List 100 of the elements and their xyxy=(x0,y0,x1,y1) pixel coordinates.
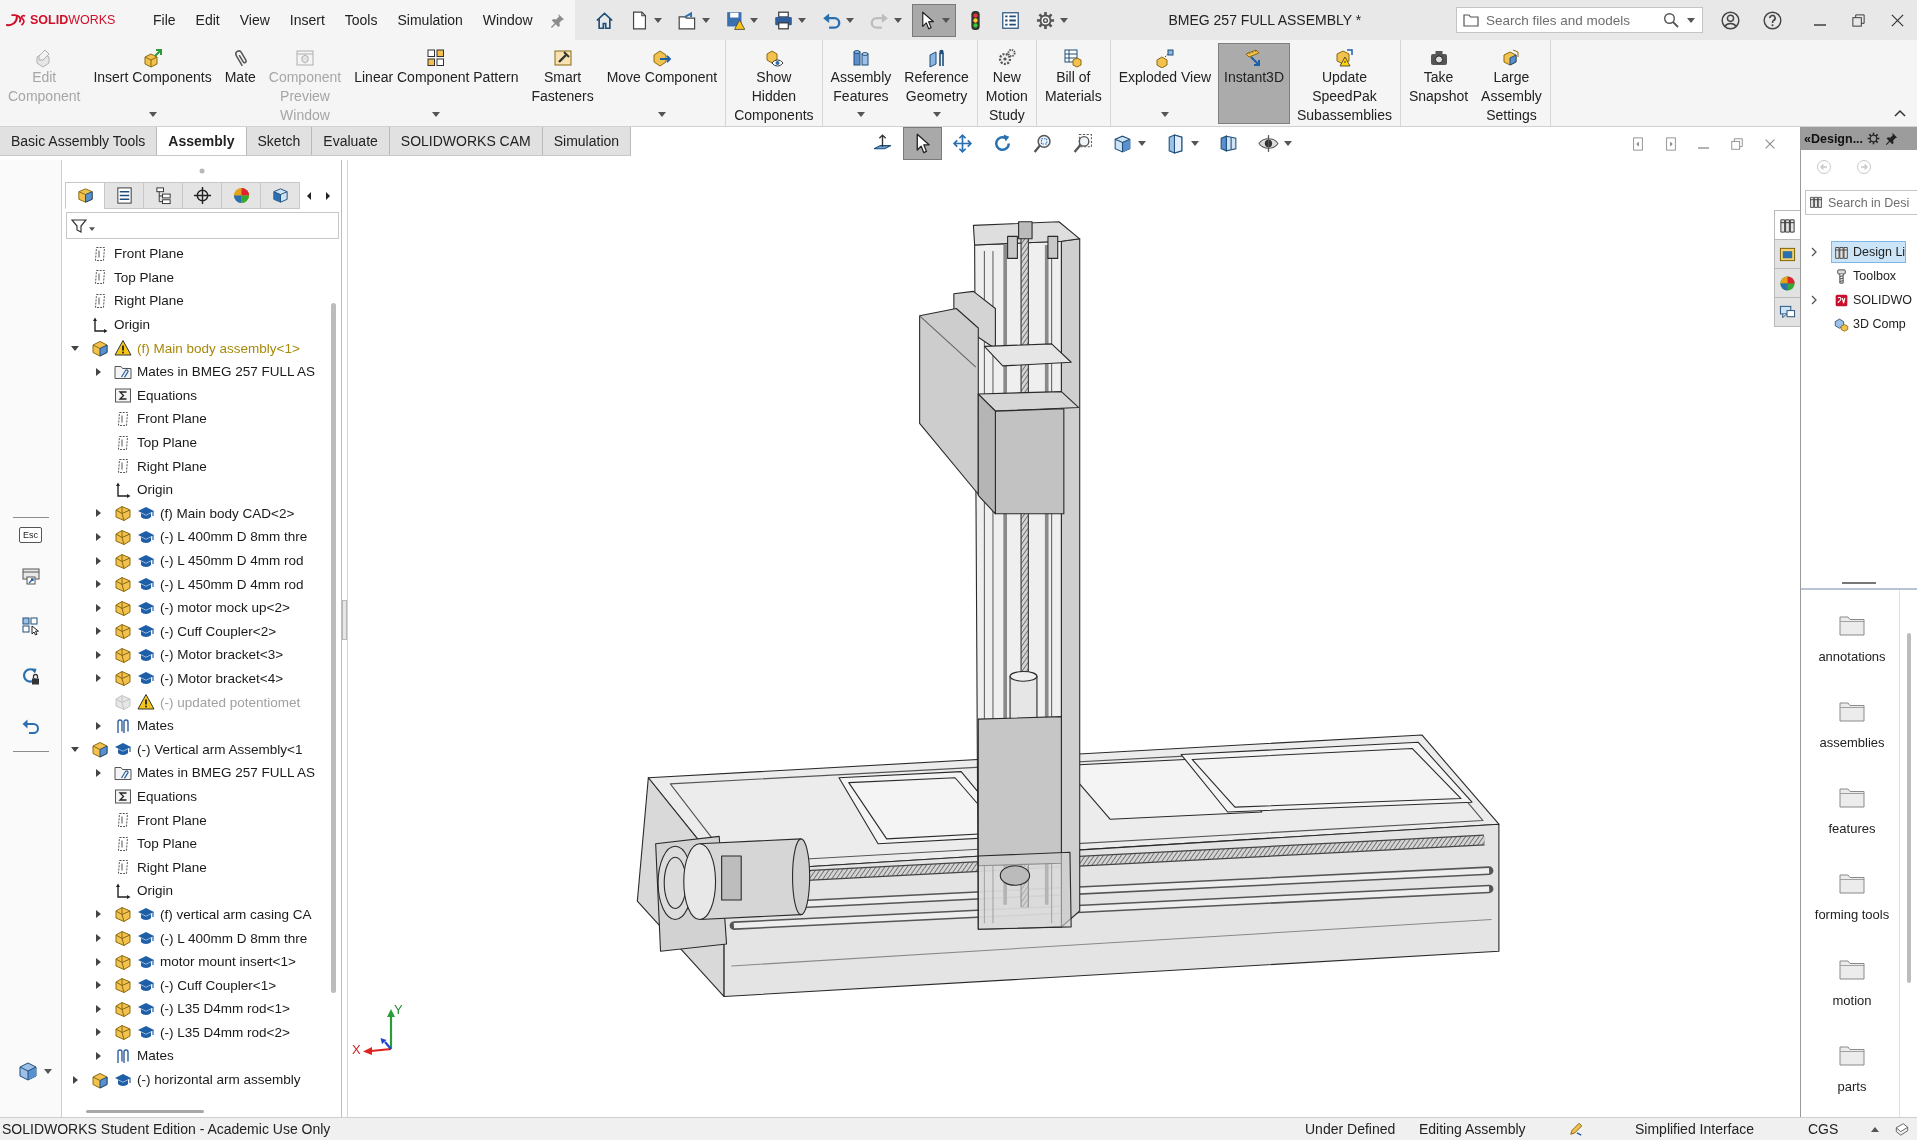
tree-item[interactable]: (-) L 400mm D 8mm thre xyxy=(160,930,308,946)
scrollbar[interactable] xyxy=(86,1109,204,1113)
tree-item[interactable]: (-) L35 D4mm rod<2> xyxy=(160,1024,290,1040)
library-item[interactable]: Design Li xyxy=(1831,241,1907,263)
scrollbar[interactable] xyxy=(331,303,336,993)
caret-icon[interactable] xyxy=(94,1004,102,1013)
tree-item[interactable]: Mates xyxy=(137,1048,174,1064)
tree-item[interactable]: Origin xyxy=(137,883,173,899)
scrollbar[interactable] xyxy=(1906,633,1911,983)
ribbon-button[interactable]: Linear Component Pattern xyxy=(348,43,525,124)
folder-label[interactable]: parts xyxy=(1812,1077,1892,1096)
ribbon-button[interactable]: Large Assembly Settings xyxy=(1475,43,1548,124)
tree-item[interactable]: Mates in BMEG 257 FULL AS xyxy=(137,765,316,781)
menu-item[interactable]: Insert xyxy=(279,0,335,40)
folder-label[interactable]: motion xyxy=(1812,991,1892,1010)
tree-item[interactable]: Front Plane xyxy=(114,246,184,262)
tree-item[interactable]: Right Plane xyxy=(114,293,184,309)
tree-item[interactable]: motor mount insert<1> xyxy=(160,954,296,970)
tree-item[interactable]: Equations xyxy=(137,387,198,403)
menu-item[interactable]: View xyxy=(229,0,280,40)
tree-item[interactable]: (-) Motor bracket<4> xyxy=(160,671,284,686)
caret-icon[interactable] xyxy=(71,745,79,754)
ribbon-button[interactable]: Show Hidden Components xyxy=(728,43,820,124)
library-item[interactable]: SOLIDWO xyxy=(1831,289,1914,311)
caret-icon[interactable] xyxy=(94,981,102,990)
tree-item[interactable]: (-) L 450mm D 4mm rod xyxy=(160,576,304,592)
tree-item[interactable]: Origin xyxy=(137,482,173,498)
tree-item[interactable]: Origin xyxy=(114,317,150,333)
chevron-right-icon[interactable] xyxy=(1810,247,1818,257)
caret-icon[interactable] xyxy=(94,674,102,683)
tree-item[interactable]: (-) Vertical arm Assembly<1 xyxy=(137,741,303,757)
folder-label[interactable]: forming tools xyxy=(1812,905,1892,924)
task-pane-tab[interactable] xyxy=(1774,268,1800,298)
caret-icon[interactable] xyxy=(94,721,102,730)
esc-key[interactable]: Esc xyxy=(19,527,42,543)
library-item[interactable]: 3D Comp xyxy=(1831,313,1907,335)
caret-icon[interactable] xyxy=(94,556,102,565)
tree-item[interactable]: Top Plane xyxy=(137,435,198,451)
ribbon-button[interactable]: Update SpeedPak Subassemblies xyxy=(1291,43,1398,124)
caret-icon[interactable] xyxy=(94,627,102,636)
tree-item[interactable]: (-) L 450mm D 4mm rod xyxy=(160,553,304,568)
caret-icon[interactable] xyxy=(71,1075,79,1084)
tree-item[interactable]: (-) L35 D4mm rod<1> xyxy=(160,1001,290,1017)
chevron-right-icon[interactable] xyxy=(1810,295,1818,305)
tree-item[interactable]: Top Plane xyxy=(114,269,175,285)
task-pane-tab[interactable] xyxy=(1774,239,1800,269)
caret-icon[interactable] xyxy=(94,650,102,659)
tree-item[interactable]: Equations xyxy=(137,788,198,804)
ribbon-button[interactable]: Exploded View xyxy=(1112,43,1218,124)
caret-icon[interactable] xyxy=(94,957,102,966)
panel-tab[interactable] xyxy=(104,182,144,209)
panel-tab[interactable] xyxy=(182,182,222,209)
tree-item[interactable]: Right Plane xyxy=(137,458,207,474)
select-button[interactable] xyxy=(911,3,956,37)
tree-item[interactable]: (-) Motor bracket<3> xyxy=(160,647,284,663)
ribbon-button[interactable]: Insert Components xyxy=(87,43,218,124)
caret-icon[interactable] xyxy=(94,367,102,376)
search-field[interactable]: Search files and models xyxy=(1456,7,1703,33)
panel-tab[interactable] xyxy=(143,182,183,209)
caret-icon[interactable] xyxy=(94,580,102,589)
folder-label[interactable]: features xyxy=(1812,819,1892,838)
filter-field[interactable] xyxy=(66,212,339,239)
ribbon-button[interactable]: Assembly Features xyxy=(824,43,898,124)
menu-item[interactable]: Tools xyxy=(334,0,388,40)
tree-item[interactable]: (-) Cuff Coupler<2> xyxy=(160,623,277,639)
library-item[interactable]: Toolbox xyxy=(1831,265,1898,287)
tree-item[interactable]: Right Plane xyxy=(137,859,207,875)
ribbon-button[interactable]: Move Component xyxy=(600,43,724,124)
ribbon-button[interactable]: New Motion Study xyxy=(979,43,1034,124)
menu-item[interactable]: Window xyxy=(472,0,543,40)
caret-icon[interactable] xyxy=(71,344,79,353)
tree-item[interactable]: (-) L 400mm D 8mm thre xyxy=(160,529,308,545)
tree-item[interactable]: Mates in BMEG 257 FULL AS xyxy=(137,364,316,380)
ribbon-button[interactable]: Bill of Materials xyxy=(1038,43,1108,124)
tree-item[interactable]: (f) Main body CAD<2> xyxy=(160,505,295,521)
panel-tab[interactable] xyxy=(65,182,105,209)
tree-item[interactable]: (-) motor mock up<2> xyxy=(160,600,290,616)
menu-item[interactable]: Simulation xyxy=(387,0,473,40)
select-button[interactable] xyxy=(903,127,943,160)
tree-item[interactable]: (-) horizontal arm assembly xyxy=(137,1072,301,1088)
caret-icon[interactable] xyxy=(94,509,102,518)
ribbon-button[interactable]: Smart Fasteners xyxy=(525,43,600,124)
caret-icon[interactable] xyxy=(94,532,102,541)
splitter-handle[interactable] xyxy=(1842,581,1876,584)
tree-item[interactable]: (f) vertical arm casing CA xyxy=(160,906,312,922)
tree-item[interactable]: Top Plane xyxy=(137,836,198,852)
ribbon-button[interactable]: Reference Geometry xyxy=(898,43,975,124)
caret-icon[interactable] xyxy=(94,910,102,919)
caret-icon[interactable] xyxy=(94,1052,102,1060)
menu-item[interactable]: File xyxy=(143,0,186,40)
search-field[interactable]: Search in Desi xyxy=(1805,190,1917,215)
splitter-handle[interactable] xyxy=(342,600,347,640)
caret-icon[interactable] xyxy=(94,934,102,942)
caret-icon[interactable] xyxy=(94,603,102,612)
task-pane-tab[interactable] xyxy=(1774,297,1800,327)
tree-item[interactable]: (-) Cuff Coupler<1> xyxy=(160,977,277,993)
ribbon-button[interactable]: Instant3D xyxy=(1218,43,1290,124)
menu-item[interactable]: Edit xyxy=(185,0,230,40)
tree-item[interactable]: Mates xyxy=(137,718,174,734)
caret-icon[interactable] xyxy=(94,1028,102,1037)
